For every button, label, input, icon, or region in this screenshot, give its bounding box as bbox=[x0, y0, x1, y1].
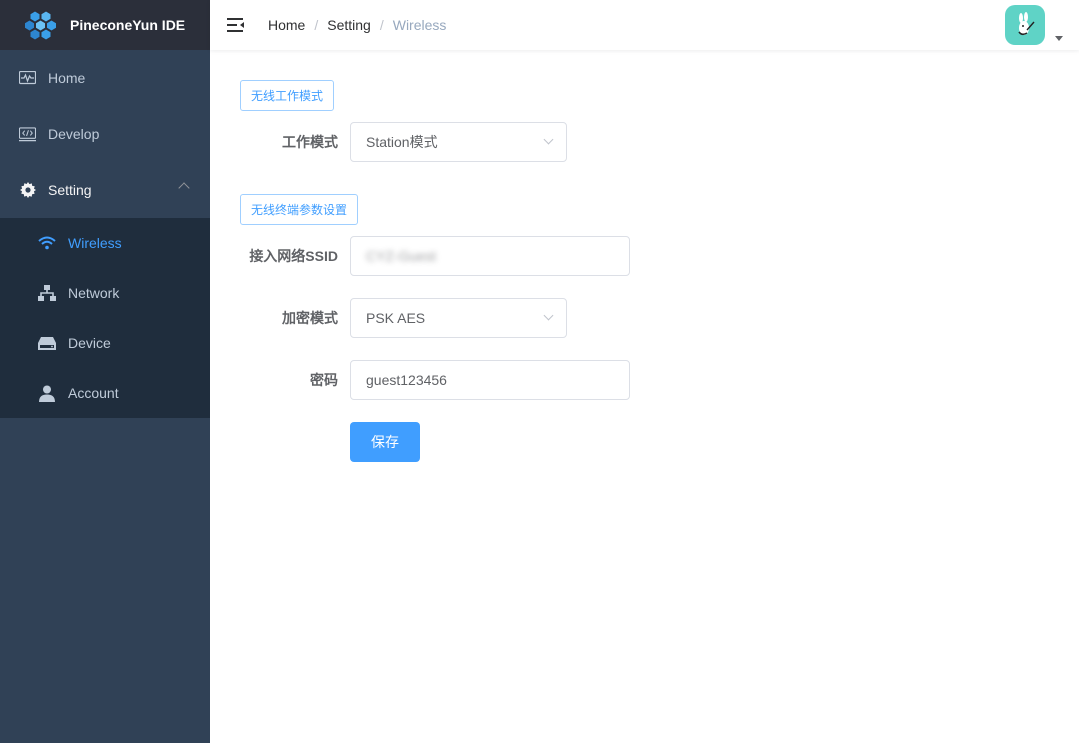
hamburger-icon[interactable] bbox=[227, 16, 245, 34]
ssid-input-value: CYZ-Guest bbox=[366, 248, 437, 264]
device-icon bbox=[38, 334, 56, 352]
ssid-input[interactable]: CYZ-Guest bbox=[350, 236, 630, 276]
sidebar-item-label: Device bbox=[68, 335, 111, 351]
gear-icon bbox=[19, 182, 36, 199]
chevron-down-icon bbox=[543, 310, 554, 321]
sidebar-item-account[interactable]: Account bbox=[0, 368, 210, 418]
user-avatar-dropdown[interactable] bbox=[1005, 5, 1063, 45]
main-content: 无线工作模式 工作模式 Station模式 无线终端参数设置 接入网络SSID … bbox=[210, 50, 1079, 743]
breadcrumb-current: Wireless bbox=[392, 17, 447, 33]
breadcrumb: Home / Setting / Wireless bbox=[268, 17, 446, 33]
wifi-icon bbox=[38, 234, 56, 252]
breadcrumb-separator: / bbox=[314, 17, 319, 33]
app-logo[interactable]: PineconeYun IDE bbox=[0, 0, 210, 50]
caret-down-icon bbox=[1055, 36, 1063, 41]
password-label: 密码 bbox=[310, 372, 338, 388]
sidebar-item-network[interactable]: Network bbox=[0, 268, 210, 318]
work-mode-selected-value: Station模式 bbox=[366, 134, 438, 150]
setting-submenu: Wireless Network Device Account bbox=[0, 218, 210, 418]
encrypt-mode-selected-value: PSK AES bbox=[366, 310, 426, 326]
sidebar-item-home[interactable]: Home bbox=[0, 50, 210, 106]
sidebar-item-label: Home bbox=[48, 70, 86, 86]
sidebar-item-device[interactable]: Device bbox=[0, 318, 210, 368]
ssid-label: 接入网络SSID bbox=[249, 248, 338, 264]
pinecone-logo-icon bbox=[24, 10, 57, 41]
password-input[interactable]: guest123456 bbox=[350, 360, 630, 400]
code-icon bbox=[19, 126, 36, 143]
avatar-character-icon bbox=[1018, 12, 1035, 36]
monitor-icon bbox=[19, 70, 36, 87]
encrypt-mode-select[interactable]: PSK AES bbox=[350, 298, 567, 338]
breadcrumb-home[interactable]: Home bbox=[268, 17, 305, 33]
sidebar-item-wireless[interactable]: Wireless bbox=[0, 218, 210, 268]
breadcrumb-separator: / bbox=[379, 17, 384, 33]
sidebar-item-label: Wireless bbox=[68, 235, 122, 251]
sidebar-item-label: Setting bbox=[48, 182, 92, 198]
save-button[interactable]: 保存 bbox=[350, 422, 420, 462]
app-title: PineconeYun IDE bbox=[70, 17, 186, 33]
section-tag-terminal-params: 无线终端参数设置 bbox=[240, 194, 359, 225]
section-tag-work-mode: 无线工作模式 bbox=[240, 80, 335, 111]
user-icon bbox=[38, 384, 56, 402]
sidebar-item-label: Account bbox=[68, 385, 119, 401]
avatar[interactable] bbox=[1005, 5, 1045, 45]
sidebar-item-setting[interactable]: Setting bbox=[0, 162, 210, 218]
work-mode-label: 工作模式 bbox=[282, 134, 338, 150]
chevron-up-icon bbox=[178, 182, 190, 194]
password-input-value: guest123456 bbox=[366, 372, 447, 388]
sidebar-item-label: Network bbox=[68, 285, 120, 301]
breadcrumb-setting[interactable]: Setting bbox=[327, 17, 371, 33]
top-navbar: Home / Setting / Wireless bbox=[210, 0, 1079, 50]
work-mode-select[interactable]: Station模式 bbox=[350, 122, 567, 162]
sidebar-item-label: Develop bbox=[48, 126, 100, 142]
sidebar: PineconeYun IDE Home Develop Setting Wir… bbox=[0, 0, 210, 743]
encrypt-mode-label: 加密模式 bbox=[282, 310, 338, 326]
sidebar-item-develop[interactable]: Develop bbox=[0, 106, 210, 162]
chevron-down-icon bbox=[543, 134, 554, 145]
network-icon bbox=[38, 284, 56, 302]
